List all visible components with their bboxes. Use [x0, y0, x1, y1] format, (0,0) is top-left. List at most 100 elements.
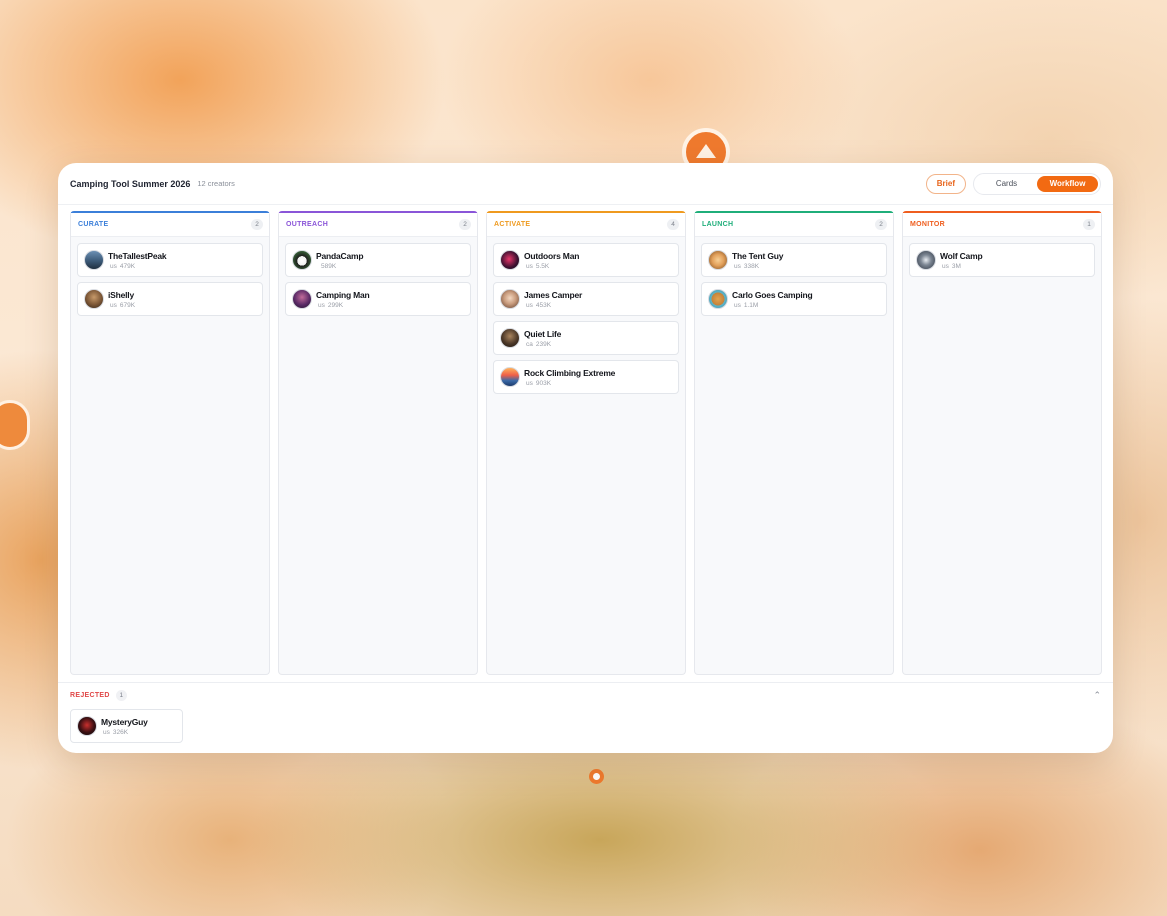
column-header: ACTIVATE 4 — [487, 213, 685, 237]
creator-followers: 679K — [119, 301, 136, 309]
column-activate: ACTIVATE 4 Outdoors Man us 5.5K James Camper u… — [486, 211, 686, 675]
panda-avatar — [292, 250, 312, 270]
creator-followers: 338K — [743, 262, 760, 270]
column-monitor: MONITOR 1 Wolf Camp us 3M — [902, 211, 1102, 675]
column-count: 1 — [1083, 219, 1095, 230]
column-title: LAUNCH — [702, 221, 734, 228]
creator-followers: 479K — [119, 262, 136, 270]
creator-meta: us 479K — [108, 263, 166, 270]
creator-followers: 3M — [951, 262, 961, 270]
panel-header: Camping Tool Summer 2026 12 creators Bri… — [58, 163, 1113, 205]
creator-card[interactable]: Carlo Goes Camping us 1.1M — [701, 282, 887, 316]
creator-followers: 1.1M — [743, 301, 759, 309]
creator-meta: ca 239K — [524, 341, 561, 348]
creator-region: ca — [526, 340, 533, 348]
creator-name: Wolf Camp — [940, 250, 983, 261]
column-launch: LAUNCH 2 The Tent Guy us 338K Carlo Goes Camp… — [694, 211, 894, 675]
column-count: 4 — [667, 219, 679, 230]
project-title: Camping Tool Summer 2026 — [70, 178, 191, 189]
creator-card[interactable]: TheTallestPeak us 479K — [77, 243, 263, 277]
rejected-title: REJECTED — [70, 691, 110, 699]
creator-name: Carlo Goes Camping — [732, 289, 813, 300]
column-title: OUTREACH — [286, 221, 329, 228]
mountain-lake-avatar — [84, 250, 104, 270]
creator-region: us — [526, 262, 533, 270]
rejected-cards: MysteryGuy us 326K — [58, 707, 1113, 745]
creator-name: Quiet Life — [524, 328, 562, 339]
column-title: CURATE — [78, 221, 109, 228]
creator-region: us — [734, 262, 741, 270]
creator-meta: us 679K — [108, 302, 135, 309]
rejected-count: 1 — [115, 689, 127, 701]
column-outreach: OUTREACH 2 PandaCamp 589K Camping Man us 299K — [278, 211, 478, 675]
man-portrait-avatar — [292, 289, 312, 309]
creator-region: us — [103, 728, 110, 736]
column-cards: Outdoors Man us 5.5K James Camper us 453K Quie… — [487, 237, 685, 394]
column-count: 2 — [251, 219, 263, 230]
creator-card[interactable]: Wolf Camp us 3M — [909, 243, 1095, 277]
column-cards: Wolf Camp us 3M — [903, 237, 1101, 277]
kanban-board: CURATE 2 TheTallestPeak us 479K iShelly us 679K… — [70, 211, 1102, 675]
column-header: OUTREACH 2 — [279, 213, 477, 237]
creator-meta: us 5.5K — [524, 263, 579, 270]
creator-name: Camping Man — [316, 289, 370, 300]
sunset-mountain-avatar — [500, 367, 520, 387]
woman-dark-avatar — [500, 328, 520, 348]
creator-region: us — [526, 301, 533, 309]
cartoon-man-avatar — [500, 289, 520, 309]
neon-man-avatar — [500, 250, 520, 270]
creator-card[interactable]: iShelly us 679K — [77, 282, 263, 316]
rejected-header[interactable]: REJECTED 1 ⌃ — [58, 683, 1113, 707]
creator-followers: 453K — [535, 301, 552, 309]
creator-name: James Camper — [524, 289, 583, 300]
creator-followers: 326K — [112, 728, 129, 736]
creator-name: Outdoors Man — [524, 250, 580, 261]
brief-button[interactable]: Brief — [925, 173, 966, 194]
creator-count: 12 creators — [197, 179, 235, 188]
creator-region: us — [942, 262, 949, 270]
creator-card[interactable]: Rock Climbing Extreme us 903K — [493, 360, 679, 394]
column-curate: CURATE 2 TheTallestPeak us 479K iShelly us 679K — [70, 211, 270, 675]
column-header: LAUNCH 2 — [695, 213, 893, 237]
creator-card[interactable]: James Camper us 453K — [493, 282, 679, 316]
creator-region: us — [318, 301, 325, 309]
creator-card[interactable]: PandaCamp 589K — [285, 243, 471, 277]
creator-region: us — [110, 301, 117, 309]
creator-followers: 589K — [321, 262, 337, 270]
creator-name: Rock Climbing Extreme — [524, 367, 616, 378]
creator-card[interactable]: MysteryGuy us 326K — [70, 709, 183, 743]
wolf-avatar — [916, 250, 936, 270]
creator-meta: us 326K — [101, 729, 148, 736]
creator-meta: us 3M — [940, 263, 982, 270]
creator-followers: 239K — [535, 340, 552, 348]
column-header: MONITOR 1 — [903, 213, 1101, 237]
column-title: ACTIVATE — [494, 221, 531, 228]
creator-meta: us 903K — [524, 380, 615, 387]
creator-card[interactable]: Camping Man us 299K — [285, 282, 471, 316]
column-count: 2 — [459, 219, 471, 230]
view-toggle: Cards Workflow — [973, 172, 1101, 195]
creator-meta: us 1.1M — [732, 302, 812, 309]
creator-name: The Tent Guy — [732, 250, 784, 261]
cartoon-boy-avatar — [708, 250, 728, 270]
creator-region: us — [526, 379, 533, 387]
creator-region: us — [734, 301, 741, 309]
creator-region: us — [110, 262, 117, 270]
creator-card[interactable]: The Tent Guy us 338K — [701, 243, 887, 277]
column-cards: PandaCamp 589K Camping Man us 299K — [279, 237, 477, 316]
view-option-workflow[interactable]: Workflow — [1037, 175, 1098, 192]
hooded-figure-avatar — [77, 716, 97, 736]
creator-followers: 903K — [535, 379, 552, 387]
creator-card[interactable]: Outdoors Man us 5.5K — [493, 243, 679, 277]
chevron-up-icon[interactable]: ⌃ — [1093, 690, 1101, 701]
view-option-cards[interactable]: Cards — [976, 176, 1037, 192]
dog-avatar — [708, 289, 728, 309]
creator-card[interactable]: Quiet Life ca 239K — [493, 321, 679, 355]
lighthouse-marker-icon — [0, 400, 30, 450]
creator-meta: us 338K — [732, 263, 783, 270]
creator-meta: us 453K — [524, 302, 582, 309]
column-cards: TheTallestPeak us 479K iShelly us 679K — [71, 237, 269, 316]
creator-name: iShelly — [108, 289, 135, 300]
creator-meta: us 299K — [316, 302, 370, 309]
creator-name: PandaCamp — [316, 250, 364, 261]
